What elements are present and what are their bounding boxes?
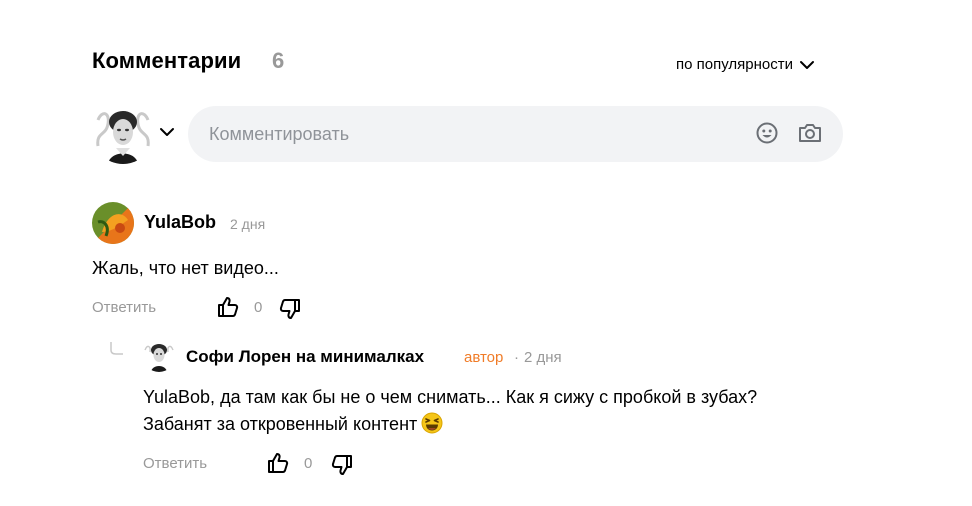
dislike-icon[interactable]: [330, 453, 354, 477]
comment-author[interactable]: YulaBob: [144, 212, 216, 233]
separator-dot: ·: [514, 349, 519, 366]
smile-icon[interactable]: [755, 121, 779, 145]
dislike-icon[interactable]: [278, 297, 302, 321]
reply-button[interactable]: Ответить: [92, 299, 156, 316]
chevron-down-icon[interactable]: [158, 125, 176, 139]
avatar[interactable]: [92, 202, 134, 244]
thread-connector: [110, 342, 123, 355]
sort-label: по популярности: [676, 56, 793, 73]
comment-text-line2: Забанят за откровенный контент: [143, 414, 418, 434]
like-icon[interactable]: [216, 295, 240, 319]
like-icon[interactable]: [266, 451, 290, 475]
comments-title: Комментарии: [92, 48, 242, 73]
comment-time: 2 дня: [524, 349, 562, 366]
laughing-face-icon: [421, 412, 443, 434]
comment-text: YulaBob, да там как бы не о чем снимать.…: [143, 384, 863, 438]
comment-input-placeholder: Комментировать: [209, 123, 350, 144]
chevron-down-icon: [799, 60, 814, 69]
current-user-avatar[interactable]: [92, 102, 154, 164]
comment-author[interactable]: Софи Лорен на минималках: [186, 347, 424, 367]
comment-time: 2 дня: [230, 216, 266, 232]
comment-text: Жаль, что нет видео...: [92, 258, 279, 278]
avatar[interactable]: [143, 340, 175, 372]
comment-input[interactable]: Комментировать: [188, 106, 843, 162]
author-badge: автор: [464, 349, 504, 366]
camera-icon[interactable]: [797, 121, 823, 145]
like-count: 0: [304, 455, 313, 472]
comment-text-line1: YulaBob, да там как бы не о чем снимать.…: [143, 387, 758, 407]
like-count: 0: [254, 299, 263, 316]
sort-dropdown[interactable]: по популярности: [676, 56, 815, 73]
comments-count: 6: [272, 48, 285, 73]
reply-button[interactable]: Ответить: [143, 455, 207, 472]
